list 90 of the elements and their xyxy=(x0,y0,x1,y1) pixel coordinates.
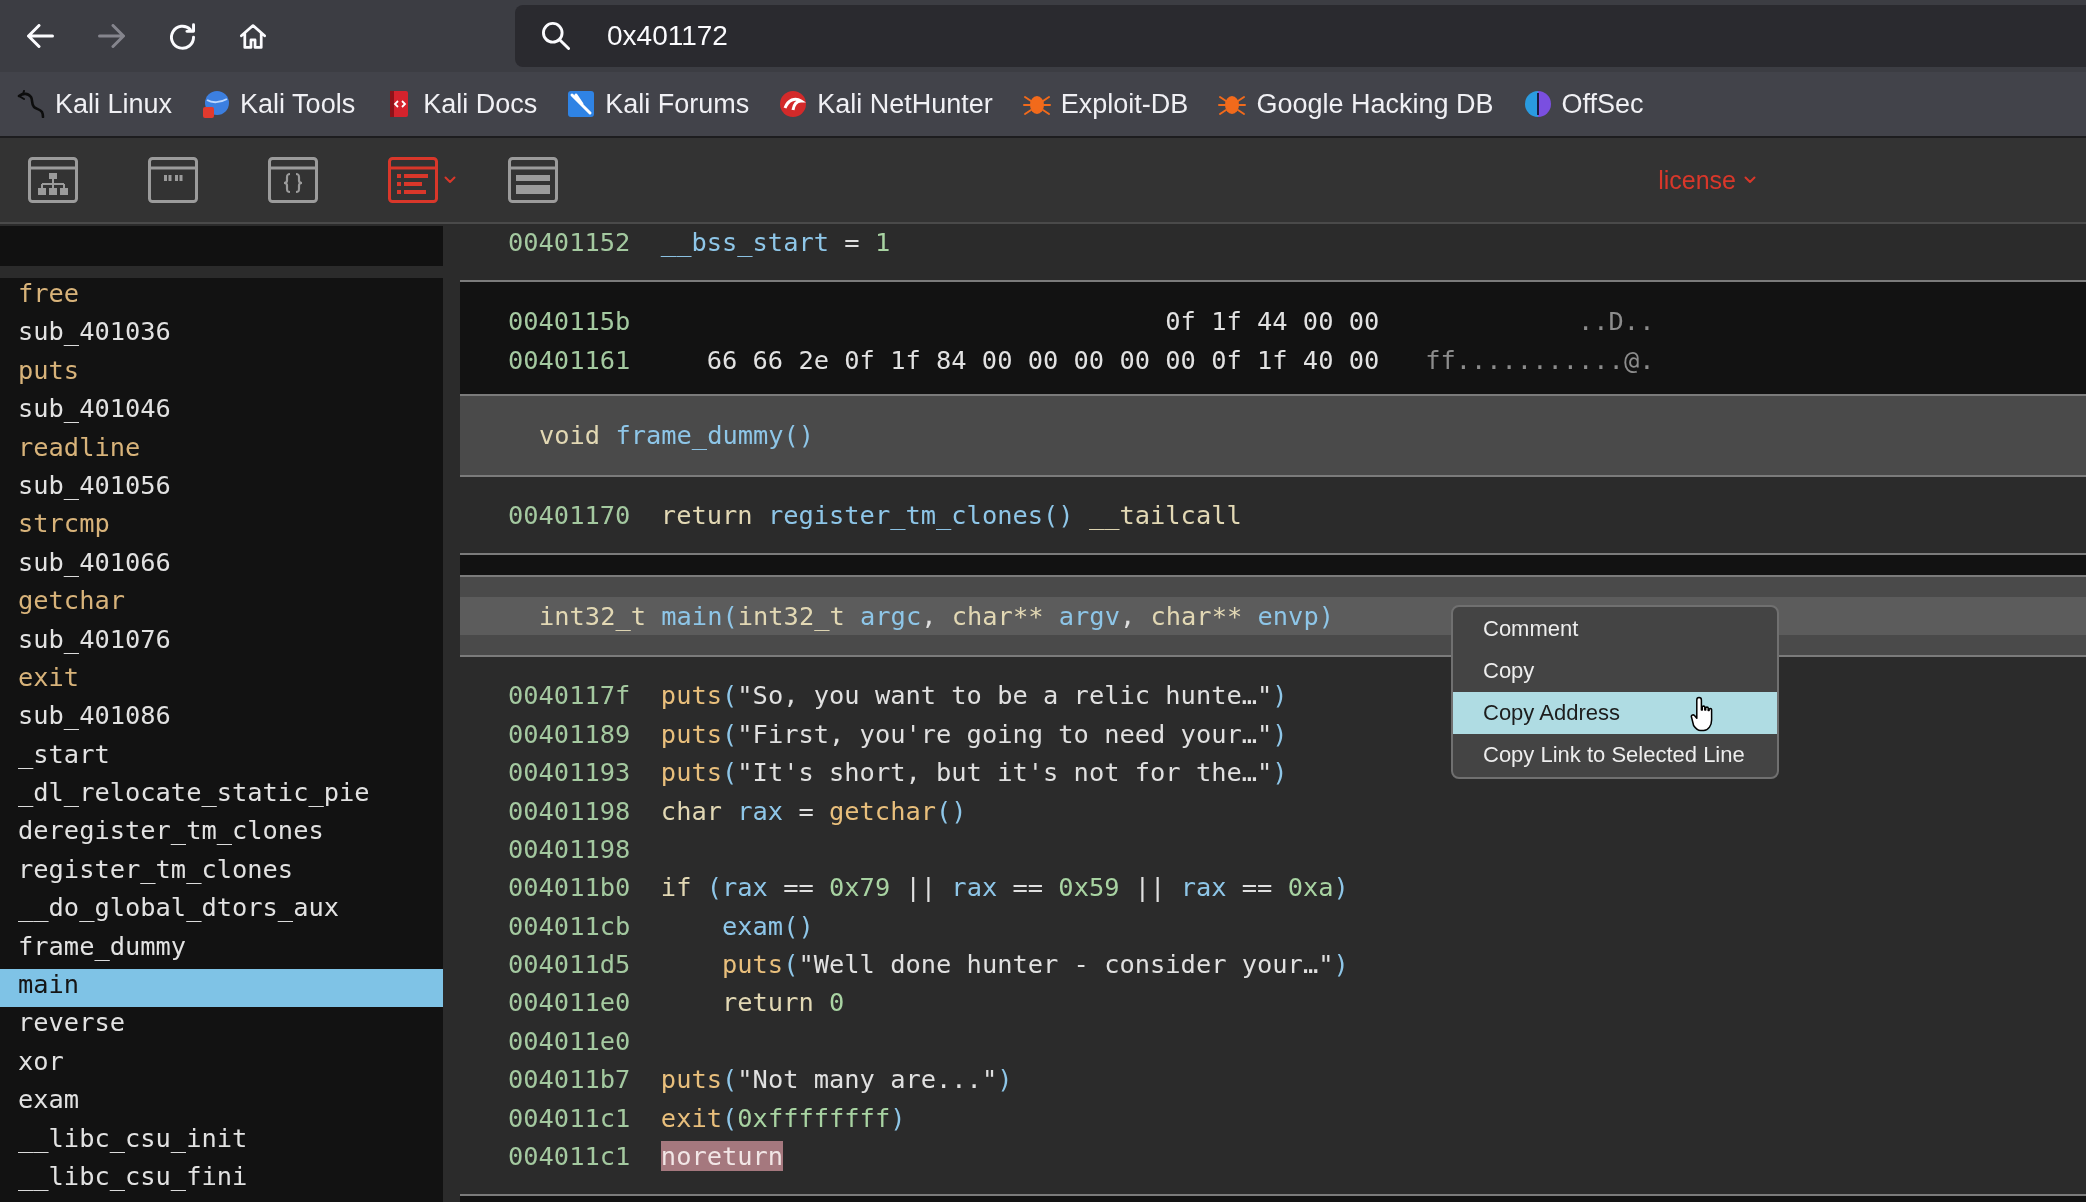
function-signature: void frame_dummy() xyxy=(538,419,816,453)
code-text: __bss_start = 1 xyxy=(660,226,891,259)
ascii-text: ..D.. xyxy=(1578,305,1655,339)
function-list-item[interactable]: strcmp xyxy=(0,508,443,547)
back-arrow-icon xyxy=(26,24,54,48)
hex-bytes: 0f 1f 44 00 00 xyxy=(1165,305,1380,339)
function-list-item[interactable]: _dl_relocate_static_pie xyxy=(0,777,443,816)
caret-icon xyxy=(1744,176,1756,184)
sphere-icon xyxy=(202,90,231,118)
split-circle-icon xyxy=(1523,90,1552,118)
list-window-icon xyxy=(388,157,438,203)
bookmark-link[interactable]: Exploit-DB xyxy=(1022,88,1189,120)
bookmark-link[interactable]: Google Hacking DB xyxy=(1218,88,1494,120)
caret-icon xyxy=(444,176,456,184)
line-address: 004011b7 xyxy=(508,1063,631,1097)
bookmark-link[interactable]: Kali Tools xyxy=(202,88,356,120)
function-list-item[interactable]: __libc_csu_fini xyxy=(0,1161,443,1200)
code-text: puts("Not many are...") xyxy=(660,1063,1013,1097)
home-icon xyxy=(240,23,266,49)
code-text: noreturn xyxy=(660,1140,784,1174)
line-address: 0040117f xyxy=(508,679,631,713)
function-list-item[interactable]: _start xyxy=(0,738,443,778)
function-list-item[interactable]: exit xyxy=(0,661,443,701)
line-address: 00401189 xyxy=(508,717,631,751)
quotes-window-icon xyxy=(148,157,198,203)
bookmark-link[interactable]: Kali NetHunter xyxy=(779,88,993,120)
function-list-item[interactable]: sub_401056 xyxy=(0,469,443,509)
function-list-item[interactable]: getchar xyxy=(0,585,443,624)
function-list-item[interactable]: __do_global_dtors_aux xyxy=(0,892,443,931)
reload-icon xyxy=(169,22,195,50)
table-window-icon xyxy=(508,157,558,203)
search-icon xyxy=(542,22,570,50)
line-address: 00401152 xyxy=(508,226,631,259)
view-button[interactable] xyxy=(388,155,458,205)
function-list-item[interactable]: sub_401036 xyxy=(0,316,443,355)
line-address: 00401198 xyxy=(508,794,631,828)
line-address: 004011b0 xyxy=(508,871,631,905)
bookmark-link[interactable]: OffSec xyxy=(1523,88,1644,120)
line-address: 004011c1 xyxy=(508,1101,631,1135)
function-list-item[interactable]: readline xyxy=(0,431,443,470)
menu-item[interactable]: Copy xyxy=(1453,650,1777,692)
code-text: puts("So, you want to be a relic hunte…") xyxy=(660,679,1288,713)
code-text: char rax = getchar() xyxy=(660,794,967,828)
function-list-item[interactable]: sub_401086 xyxy=(0,700,443,739)
function-list-item[interactable]: sub_401066 xyxy=(0,546,443,586)
menu-item[interactable]: Copy Address xyxy=(1453,692,1777,734)
line-address: 004011c1 xyxy=(508,1140,631,1174)
function-list-item[interactable]: deregister_tm_clones xyxy=(0,815,443,854)
function-list-item[interactable]: sub_401046 xyxy=(0,393,443,432)
code-text: if (rax == 0x79 || rax == 0x59 || rax == 0xa) xyxy=(660,871,1349,905)
code-text: puts("It's short, but it's not for the…") xyxy=(660,756,1288,790)
function-list-item[interactable]: main xyxy=(0,969,443,1008)
line-address: 004011d5 xyxy=(508,948,631,982)
function-list-item[interactable]: sub_401076 xyxy=(0,623,443,662)
line-address: 00401161 xyxy=(508,343,631,377)
line-address: 00401198 xyxy=(508,832,631,866)
function-list-item[interactable]: xor xyxy=(0,1045,443,1085)
function-list-item[interactable]: exam xyxy=(0,1084,443,1123)
function-list-item[interactable]: frame_dummy xyxy=(0,930,443,970)
line-address: 0040115b xyxy=(508,305,631,339)
function-list-item[interactable]: puts xyxy=(0,354,443,394)
code-text: return 0 xyxy=(722,986,845,1020)
bookmark-link[interactable]: Kali Forums xyxy=(567,88,750,120)
code-text: exit(0xffffffff) xyxy=(660,1101,906,1135)
hex-bytes: 66 66 2e 0f 1f 84 00 00 00 00 00 0f 1f 40 00 xyxy=(706,343,1380,377)
forward-arrow-icon xyxy=(97,24,125,48)
code-text: puts("Well done hunter - consider your…") xyxy=(722,948,1349,982)
menu-item[interactable]: Copy Link to Selected Line xyxy=(1453,734,1777,776)
squiggle-icon xyxy=(17,90,45,118)
filter-field[interactable] xyxy=(0,226,443,266)
function-list-item[interactable]: reverse xyxy=(0,1007,443,1046)
line-address: 004011e0 xyxy=(508,1024,631,1058)
line-address: 00401193 xyxy=(508,756,631,790)
tile-icon xyxy=(567,90,596,118)
code-text: exam() xyxy=(722,909,814,943)
function-list-item[interactable]: register_tm_clones xyxy=(0,853,443,893)
code-text: return register_tm_clones() __tailcall xyxy=(660,498,1242,532)
code-text: puts("First, you're going to need your…") xyxy=(660,717,1288,751)
arc-badge-icon xyxy=(779,90,808,118)
line-address: 004011e0 xyxy=(508,986,631,1020)
function-list-item[interactable]: free xyxy=(0,278,443,317)
address-field[interactable]: 0x401172 xyxy=(515,5,2086,67)
graph-window-icon xyxy=(28,157,78,203)
ascii-text: ff...........@. xyxy=(1425,343,1655,377)
bookmark-link[interactable]: Kali Docs xyxy=(385,88,538,120)
line-address: 004011cb xyxy=(508,909,631,943)
braces-window-icon xyxy=(268,157,318,203)
line-address: 00401170 xyxy=(508,498,631,532)
bookmark-link[interactable]: Kali Linux xyxy=(17,88,173,120)
function-list-item[interactable]: __libc_csu_init xyxy=(0,1122,443,1161)
